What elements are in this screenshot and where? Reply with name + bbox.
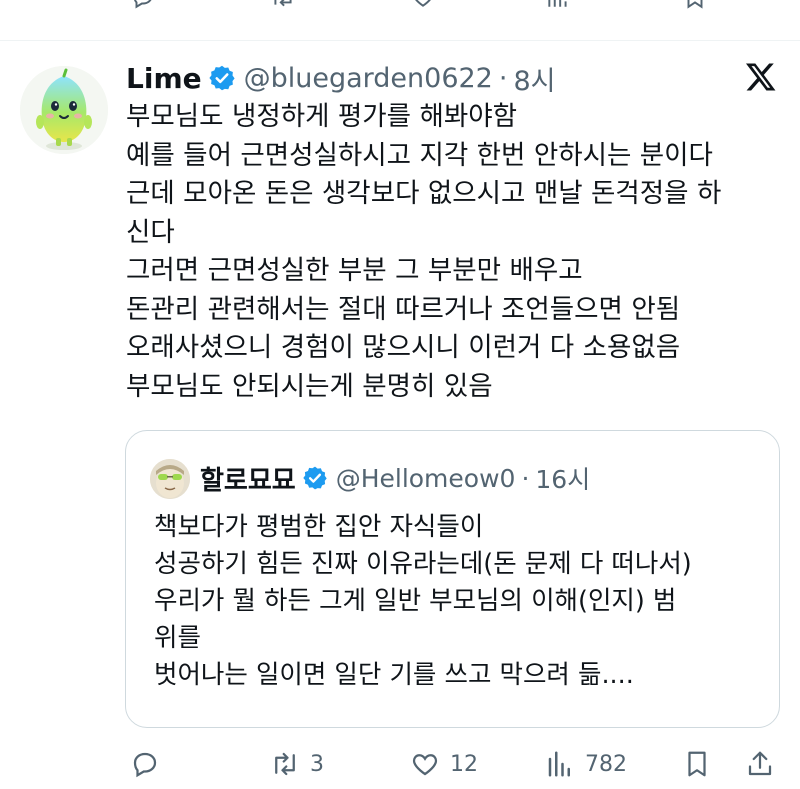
lime-character-avatar-image <box>20 66 108 154</box>
tweet-text-line: 근데 모아온 돈은 생각보다 없으시고 맨날 돈걱정을 하 <box>126 178 722 209</box>
reply-icon <box>133 752 157 778</box>
author-name[interactable]: Lime <box>126 62 202 95</box>
tweet-actions: 3 12 782 <box>0 740 800 788</box>
verified-badge-icon <box>209 65 235 91</box>
quoted-text-line: 우리가 뭘 하든 그게 일반 부모님의 이해(인지) 범 <box>154 586 677 616</box>
retweet-button-prev[interactable] <box>270 0 296 10</box>
tweet-text-line: 부모님도 냉정하게 평가를 해봐야함 <box>126 101 517 132</box>
quoted-text-line: 성공하기 힘든 진짜 이유라는데(돈 문제 다 떠나서) <box>154 549 692 579</box>
views-count: 782 <box>585 751 627 777</box>
heart-icon <box>412 754 438 776</box>
tweet-text-line: 오래사셨으니 경험이 많으시니 이런거 다 소용없음 <box>126 332 681 363</box>
bookmark-icon <box>688 751 706 777</box>
tweet-text-line: 예를 들어 근면성실하시고 지각 한번 안하시는 분이다 <box>126 139 713 171</box>
quoted-author-name[interactable]: 할로묘묘 <box>200 460 296 497</box>
reply-icon <box>133 0 152 9</box>
views-icon <box>548 0 567 7</box>
quoted-text-line: 벗어나는 일이면 일단 기를 쓰고 막으려 듦.... <box>154 660 634 690</box>
reply-button[interactable] <box>130 740 160 788</box>
share-button[interactable] <box>745 740 775 788</box>
author-handle[interactable]: @bluegarden0622 <box>244 63 493 94</box>
quoted-avatar[interactable] <box>150 459 190 499</box>
quoted-text-line: 책보다가 평범한 집안 자식들이 <box>154 512 484 542</box>
quoted-tweet-card[interactable]: 할로묘묘 @Hellomeow0 · 16시 책보다가 평범한 집안 자식들이 … <box>125 430 780 728</box>
bookmark-icon <box>687 0 703 9</box>
separator-dot: · <box>498 62 508 94</box>
quoted-text: 책보다가 평범한 집안 자식들이 성공하기 힘든 진짜 이유라는데(돈 문제 다… <box>154 509 774 694</box>
share-icon <box>748 751 772 776</box>
tweet-text: 부모님도 냉정하게 평가를 해봐야함 예를 들어 근면성실하시고 지각 한번 안… <box>126 98 776 406</box>
retweet-icon <box>274 0 292 7</box>
like-count: 12 <box>450 751 478 777</box>
quoted-text-line: 위를 <box>154 623 201 653</box>
tweet-text-line: 그러면 근면성실한 부분 그 부분만 배우고 <box>126 255 583 286</box>
tweet-time[interactable]: 8시 <box>513 59 555 98</box>
verified-badge-icon <box>302 466 327 490</box>
quoted-header: 할로묘묘 @Hellomeow0 · 16시 <box>200 455 590 501</box>
quoted-time[interactable]: 16시 <box>535 460 590 496</box>
tweet-text-line: 신다 <box>126 216 175 248</box>
reply-button-prev[interactable] <box>130 0 156 10</box>
avatar[interactable] <box>20 66 108 154</box>
tweet-header: Lime @bluegarden0622 · 8시 <box>126 56 555 100</box>
like-button-prev[interactable] <box>410 0 436 10</box>
views-button[interactable]: 782 <box>545 740 627 788</box>
like-button[interactable]: 12 <box>410 740 478 788</box>
quoted-author-handle[interactable]: @Hellomeow0 <box>336 464 516 493</box>
retweet-count: 3 <box>310 751 324 777</box>
retweet-icon <box>275 752 295 776</box>
bookmark-button-prev[interactable] <box>682 0 708 10</box>
heart-icon <box>415 0 431 7</box>
tweet-text-line: 부모님도 안되시는게 분명히 있음 <box>126 370 493 402</box>
previous-tweet-actions <box>0 0 800 41</box>
tweet-page: Lime @bluegarden0622 · 8시 부모님도 냉정하게 평가를 … <box>0 0 800 789</box>
views-button-prev[interactable] <box>545 0 571 10</box>
quoted-avatar-image <box>150 459 190 499</box>
x-logo-icon[interactable] <box>744 60 778 94</box>
tweet-text-line: 돈관리 관련해서는 절대 따르거나 조언들으면 안됨 <box>126 293 681 325</box>
retweet-button[interactable]: 3 <box>270 740 324 788</box>
separator-dot: · <box>521 463 530 493</box>
views-icon <box>548 751 570 777</box>
bookmark-button[interactable] <box>682 740 712 788</box>
